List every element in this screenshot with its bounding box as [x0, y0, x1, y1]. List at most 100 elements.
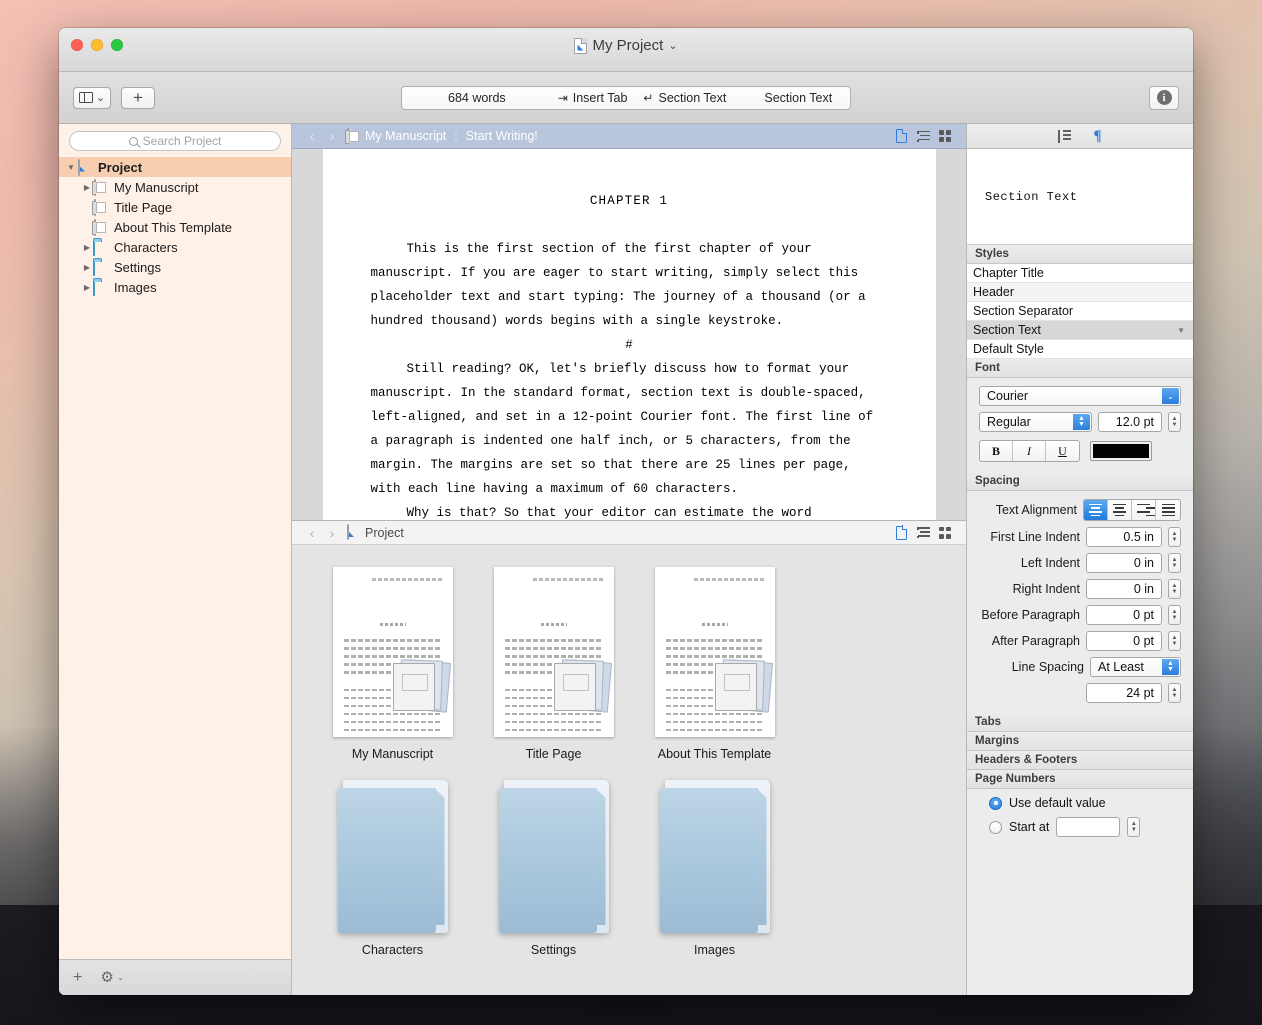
minimize-button[interactable]	[91, 39, 103, 51]
view-mode-corkboard-button[interactable]	[934, 130, 956, 142]
search-input[interactable]: Search Project	[69, 131, 281, 151]
underline-button[interactable]: U	[1046, 441, 1079, 461]
binder-options-button[interactable]: ⚙ ⌄	[100, 970, 124, 985]
disclosure-triangle-icon[interactable]: ▼	[65, 163, 77, 172]
binder-item-about-this-template[interactable]: About This Template	[59, 217, 291, 237]
before-paragraph-stepper[interactable]: ▲ ▼	[1168, 605, 1181, 625]
font-family-select[interactable]: Courier ⌄	[979, 386, 1181, 406]
binder-item-label: Characters	[114, 239, 178, 255]
bold-button[interactable]: B	[980, 441, 1013, 461]
align-justify-button[interactable]	[1156, 500, 1180, 520]
inspector-toggle-button[interactable]: i	[1149, 85, 1179, 110]
insert-tab-item[interactable]: ⇥ Insert Tab	[558, 91, 628, 105]
view-mode-corkboard-button[interactable]	[934, 526, 956, 539]
before-paragraph-field[interactable]: 0 pt	[1086, 605, 1162, 625]
binder-item-title-page[interactable]: Title Page	[59, 197, 291, 217]
font-color-swatch[interactable]	[1090, 441, 1152, 461]
view-mode-outliner-button[interactable]	[912, 527, 934, 538]
style-row-chapter-title[interactable]: Chapter Title	[967, 264, 1193, 283]
radio-start-at[interactable]	[989, 820, 1002, 834]
binder-item-my-manuscript[interactable]: ▶ My Manuscript	[59, 177, 291, 197]
font-family-row: Courier ⌄	[967, 378, 1193, 406]
view-mode-document-button[interactable]	[890, 128, 912, 143]
after-paragraph-stepper[interactable]: ▲ ▼	[1168, 631, 1181, 651]
binder-item-settings[interactable]: ▶ Settings	[59, 257, 291, 277]
disclosure-triangle-icon[interactable]: ▶	[81, 283, 93, 292]
editor-doc-title[interactable]: My Manuscript	[365, 129, 446, 143]
style-row-section-separator[interactable]: Section Separator	[967, 302, 1193, 321]
style-row-section-text[interactable]: Section Text ▼	[967, 321, 1193, 340]
browser-item-about-this-template[interactable]: About This Template	[634, 567, 795, 761]
align-right-button[interactable]	[1132, 500, 1156, 520]
align-center-button[interactable]	[1108, 500, 1132, 520]
browser-item-title-page[interactable]: Title Page	[473, 567, 634, 761]
style-row-default-style[interactable]: Default Style	[967, 340, 1193, 359]
start-at-field[interactable]	[1056, 817, 1121, 837]
disclosure-triangle-icon[interactable]: ▶	[81, 263, 93, 272]
start-at-row[interactable]: Start at ▲ ▼	[967, 810, 1193, 847]
left-indent-field[interactable]: 0 in	[1086, 553, 1162, 573]
back-button[interactable]: ‹	[302, 525, 322, 541]
forward-button[interactable]: ›	[322, 525, 342, 541]
layout-tab-icon[interactable]	[1058, 129, 1072, 143]
search-placeholder: Search Project	[142, 134, 222, 148]
start-at-stepper[interactable]: ▲ ▼	[1127, 817, 1141, 837]
browser-pane: My Manuscript Title Page About This Temp…	[292, 545, 966, 995]
left-indent-stepper[interactable]: ▲ ▼	[1168, 553, 1181, 573]
formatting-tab-icon[interactable]: ¶	[1093, 128, 1101, 144]
start-at-label: Start at	[1009, 820, 1050, 834]
view-mode-document-button[interactable]	[890, 525, 912, 540]
zoom-button[interactable]	[111, 39, 123, 51]
font-size-stepper[interactable]: ▲ ▼	[1168, 412, 1181, 432]
chevron-down-icon: ⌄	[95, 92, 106, 104]
back-button[interactable]: ‹	[302, 128, 322, 144]
document-stack-badge-icon	[713, 659, 773, 715]
add-button[interactable]: +	[121, 86, 155, 109]
browser-title[interactable]: Project	[365, 526, 404, 540]
margins-section-header[interactable]: Margins	[967, 732, 1193, 751]
tabs-section-header[interactable]: Tabs	[967, 713, 1193, 732]
section-text-return-item[interactable]: ↵ Section Text	[643, 91, 726, 105]
style-preview-text: Section Text	[985, 189, 1078, 204]
line-spacing-amount-field[interactable]: 24 pt	[1086, 683, 1162, 703]
view-layout-button[interactable]: ⌄	[73, 86, 111, 109]
binder-item-characters[interactable]: ▶ Characters	[59, 237, 291, 257]
editor-pane[interactable]: CHAPTER 1 This is the first section of t…	[292, 149, 966, 520]
section-text-item-2[interactable]: Section Text	[764, 91, 832, 105]
status-bar-field[interactable]: 684 words ⇥ Insert Tab ↵ Section Text Se…	[401, 85, 851, 110]
style-row-header[interactable]: Header	[967, 283, 1193, 302]
italic-button[interactable]: I	[1013, 441, 1046, 461]
section-separator: #	[625, 338, 633, 352]
headers-footers-section-header[interactable]: Headers & Footers	[967, 751, 1193, 770]
browser-item-my-manuscript[interactable]: My Manuscript	[312, 567, 473, 761]
radio-use-default[interactable]	[989, 796, 1002, 810]
browser-item-images[interactable]: Images	[634, 771, 795, 957]
right-indent-stepper[interactable]: ▲ ▼	[1168, 579, 1181, 599]
use-default-value-row[interactable]: Use default value	[967, 789, 1193, 810]
align-left-button[interactable]	[1084, 500, 1108, 520]
view-mode-outliner-button[interactable]	[912, 130, 934, 142]
right-indent-field[interactable]: 0 in	[1086, 579, 1162, 599]
forward-button[interactable]: ›	[322, 128, 342, 144]
layout-panels-icon	[78, 92, 93, 103]
first-line-indent-field[interactable]: 0.5 in	[1086, 527, 1162, 547]
disclosure-triangle-icon[interactable]: ▶	[81, 243, 93, 252]
line-spacing-amount-stepper[interactable]: ▲ ▼	[1168, 683, 1181, 703]
document-stack-badge-icon	[391, 659, 451, 715]
page-numbers-section-header[interactable]: Page Numbers	[967, 770, 1193, 789]
center-column: ‹ › My Manuscript : Start Writing! CHAPT…	[292, 124, 966, 995]
manuscript-page[interactable]: CHAPTER 1 This is the first section of t…	[322, 149, 936, 520]
binder-item-images[interactable]: ▶ Images	[59, 277, 291, 297]
after-paragraph-field[interactable]: 0 pt	[1086, 631, 1162, 651]
browser-item-settings[interactable]: Settings	[473, 771, 634, 957]
line-spacing-select[interactable]: At Least ▲ ▼	[1090, 657, 1181, 677]
chevron-down-icon[interactable]: ▼	[1177, 326, 1185, 335]
close-button[interactable]	[71, 39, 83, 51]
editor-subtitle[interactable]: Start Writing!	[466, 129, 538, 143]
browser-item-characters[interactable]: Characters	[312, 771, 473, 957]
chevron-down-icon[interactable]: ⌄	[668, 39, 677, 52]
font-style-select[interactable]: Regular ▲ ▼	[979, 412, 1092, 432]
binder-item-project[interactable]: ▼ Project	[59, 157, 291, 177]
font-size-field[interactable]: 12.0 pt	[1098, 412, 1162, 432]
first-line-indent-stepper[interactable]: ▲ ▼	[1168, 527, 1181, 547]
